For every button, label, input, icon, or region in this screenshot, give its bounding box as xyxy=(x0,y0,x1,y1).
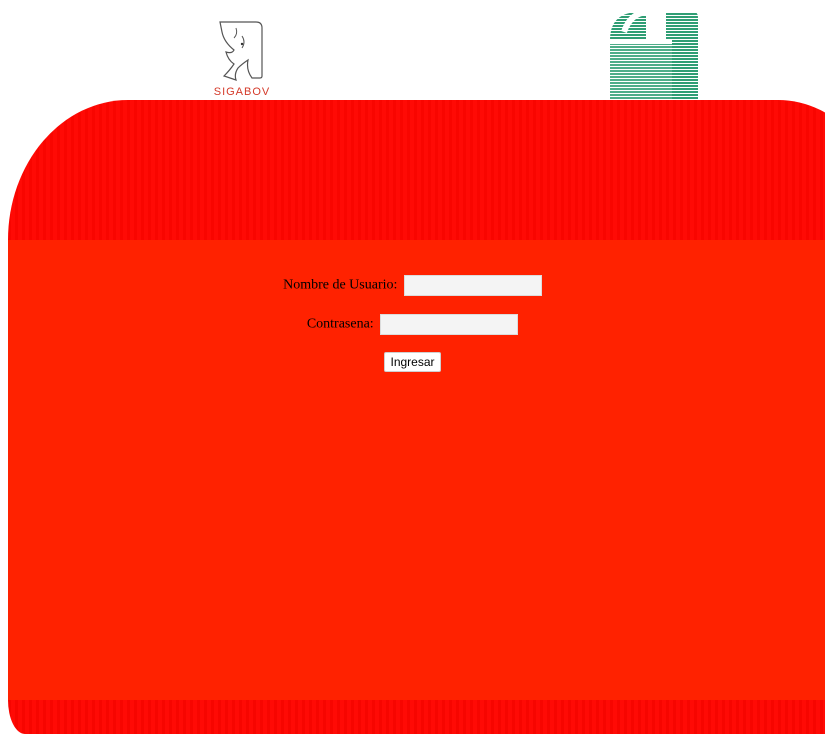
login-page: SIGABOV Nombre de Usuario: Contrasena: I… xyxy=(0,0,825,734)
login-panel xyxy=(8,240,825,700)
header-band xyxy=(8,100,825,240)
dgeta-emblem-icon xyxy=(610,10,698,102)
username-row: Nombre de Usuario: xyxy=(0,275,825,296)
sigabov-logo: SIGABOV xyxy=(212,20,272,102)
submit-row: Ingresar xyxy=(0,352,825,372)
bull-head-icon xyxy=(219,21,263,81)
password-label: Contrasena: xyxy=(306,316,374,332)
login-button[interactable]: Ingresar xyxy=(384,352,441,372)
username-input[interactable] xyxy=(403,275,542,296)
password-input[interactable] xyxy=(380,314,519,335)
sigabov-logo-text: SIGABOV xyxy=(213,86,271,98)
dgeta-logo xyxy=(606,10,700,102)
username-label: Nombre de Usuario: xyxy=(283,277,398,293)
password-row: Contrasena: xyxy=(0,314,825,335)
footer-band xyxy=(8,700,825,734)
